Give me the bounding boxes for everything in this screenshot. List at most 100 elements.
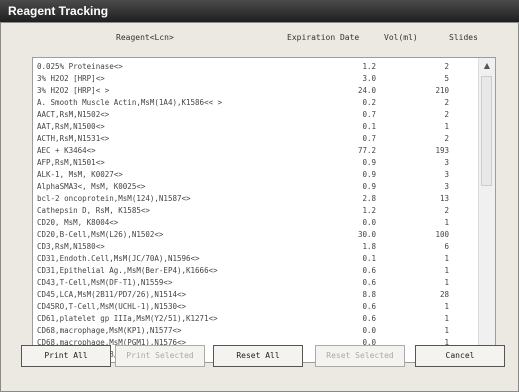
reagent-slides: 1	[444, 302, 449, 311]
list-item[interactable]: CD45,LCA,MsM(2B11/PD7/26),N1514<> 8.8 28	[33, 290, 481, 300]
reagent-slides: 1	[444, 254, 449, 263]
reagent-slides: 1	[444, 314, 449, 323]
list-item[interactable]: CD45RO,T-Cell,MsM(UCHL-1),N1530<> 0.6 1	[33, 302, 481, 312]
list-item[interactable]: Cathepsin D, RsM, K1585<> 1.2 2	[33, 206, 481, 216]
reagent-name: CD31,Endoth.Cell,MsM(JC/70A),N1596<>	[37, 254, 200, 263]
reagent-volume: 0.6	[362, 302, 376, 311]
column-header-slides[interactable]: Slides	[449, 33, 478, 42]
reagent-slides: 1	[444, 266, 449, 275]
reagent-volume: 0.0	[362, 218, 376, 227]
reagent-volume: 1.2	[362, 62, 376, 71]
reagent-volume: 2.8	[362, 194, 376, 203]
list-item[interactable]: AACT,RsM,N1502<> 0.7 2	[33, 110, 481, 120]
reagent-name: AACT,RsM,N1502<>	[37, 110, 110, 119]
reagent-volume: 0.2	[362, 98, 376, 107]
reagent-slides: 100	[435, 230, 449, 239]
reagent-volume: 1.2	[362, 206, 376, 215]
list-item[interactable]: CD31,Epithelial Ag.,MsM(Ber-EP4),K1666<>…	[33, 266, 481, 276]
reagent-slides: 2	[444, 110, 449, 119]
reagent-name: A. Smooth Muscle Actin,MsM(1A4),K1586<< …	[37, 98, 223, 107]
reset-selected-button[interactable]: Reset Selected	[315, 345, 405, 367]
list-item[interactable]: A. Smooth Muscle Actin,MsM(1A4),K1586<< …	[33, 98, 481, 108]
reagent-slides: 5	[444, 74, 449, 83]
reagent-slides: 2	[444, 62, 449, 71]
reagent-name: AFP,RsM,N1501<>	[37, 158, 105, 167]
reagent-name: AlphaSMA3<, MsM, K0025<>	[37, 182, 146, 191]
window-title: Reagent Tracking	[0, 0, 519, 22]
reagent-slides: 2	[444, 134, 449, 143]
reagent-slides: 2	[444, 206, 449, 215]
reagent-volume: 0.0	[362, 326, 376, 335]
scroll-thumb[interactable]	[481, 76, 492, 186]
list-item[interactable]: CD43,T-Cell,MsM(DF-T1),N1559<> 0.6 1	[33, 278, 481, 288]
reagent-volume: 0.6	[362, 266, 376, 275]
reagent-name: CD61,platelet gp IIIa,MsM(Y2/51),K1271<>	[37, 314, 218, 323]
reagent-slides: 1	[444, 218, 449, 227]
list-item[interactable]: ALK-1, MsM, K0027<> 0.9 3	[33, 170, 481, 180]
reagent-name: 3% H2O2 [HRP]<>	[37, 74, 105, 83]
reagent-name: CD45RO,T-Cell,MsM(UCHL-1),N1530<>	[37, 302, 187, 311]
reagent-name: AEC + K3464<>	[37, 146, 96, 155]
list-item[interactable]: AEC + K3464<> 77.2 193	[33, 146, 481, 156]
reagent-slides: 3	[444, 170, 449, 179]
list-item[interactable]: CD20,B-Cell,MsM(L26),N1502<> 30.0 100	[33, 230, 481, 240]
reagent-name: 3% H2O2 [HRP]< >	[37, 86, 110, 95]
reset-all-button[interactable]: Reset All	[213, 345, 303, 367]
reagent-name: CD45,LCA,MsM(2B11/PD7/26),N1514<>	[37, 290, 187, 299]
list-item[interactable]: 3% H2O2 [HRP]<> 3.0 5	[33, 74, 481, 84]
reagent-volume: 0.1	[362, 254, 376, 263]
reagent-slides: 193	[435, 146, 449, 155]
reagent-slides: 2	[444, 98, 449, 107]
reagent-slides: 28	[439, 290, 449, 299]
reagent-volume: 0.9	[362, 158, 376, 167]
reagent-slides: 1	[444, 122, 449, 131]
reagent-name: CD20,B-Cell,MsM(L26),N1502<>	[37, 230, 164, 239]
list-item[interactable]: ACTH,RsM,N1531<> 0.7 2	[33, 134, 481, 144]
reagent-volume: 3.0	[362, 74, 376, 83]
list-item[interactable]: AAT,RsM,N1500<> 0.1 1	[33, 122, 481, 132]
scroll-up-icon[interactable]: ▲	[479, 58, 495, 74]
list-item[interactable]: bcl-2 oncoprotein,MsM(124),N1587<> 2.8 13	[33, 194, 481, 204]
reagent-slides: 3	[444, 158, 449, 167]
reagent-name: CD20, MsM, K8004<>	[37, 218, 119, 227]
reagent-name: CD43,T-Cell,MsM(DF-T1),N1559<>	[37, 278, 173, 287]
reagent-slides: 3	[444, 182, 449, 191]
list-item[interactable]: AlphaSMA3<, MsM, K0025<> 0.9 3	[33, 182, 481, 192]
window-body: Reagent<Lcn> Expiration Date Vol(ml) Sli…	[0, 22, 519, 392]
reagent-list[interactable]: 0.025% Proteinase<> 1.2 2 3% H2O2 [HRP]<> 3.…	[32, 57, 496, 363]
reagent-volume: 0.6	[362, 314, 376, 323]
list-item[interactable]: CD20, MsM, K8004<> 0.0 1	[33, 218, 481, 228]
reagent-volume: 0.7	[362, 134, 376, 143]
reagent-slides: 13	[439, 194, 449, 203]
column-header-reagent[interactable]: Reagent<Lcn>	[116, 33, 174, 42]
reagent-slides: 1	[444, 326, 449, 335]
reagent-name: CD31,Epithelial Ag.,MsM(Ber-EP4),K1666<>	[37, 266, 218, 275]
list-item[interactable]: CD61,platelet gp IIIa,MsM(Y2/51),K1271<>…	[33, 314, 481, 324]
list-item[interactable]: 0.025% Proteinase<> 1.2 2	[33, 62, 481, 72]
list-item[interactable]: CD68,macrophage,MsM(KP1),N1577<> 0.0 1	[33, 326, 481, 336]
list-item[interactable]: CD31,Endoth.Cell,MsM(JC/70A),N1596<> 0.1 1	[33, 254, 481, 264]
reagent-volume: 0.6	[362, 278, 376, 287]
reagent-name: AAT,RsM,N1500<>	[37, 122, 105, 131]
column-header-volume[interactable]: Vol(ml)	[384, 33, 418, 42]
reagent-name: CD68,macrophage,MsM(KP1),N1577<>	[37, 326, 182, 335]
reagent-slides: 210	[435, 86, 449, 95]
list-item[interactable]: 3% H2O2 [HRP]< > 24.0 210	[33, 86, 481, 96]
list-item[interactable]: CD3,RsM,N1580<> 1.8 6	[33, 242, 481, 252]
print-all-button[interactable]: Print All	[21, 345, 111, 367]
vertical-scrollbar[interactable]: ▲ ▼	[478, 58, 495, 362]
cancel-button[interactable]: Cancel	[415, 345, 505, 367]
reagent-volume: 77.2	[357, 146, 376, 155]
reagent-volume: 0.1	[362, 122, 376, 131]
reagent-volume: 1.8	[362, 242, 376, 251]
list-item[interactable]: AFP,RsM,N1501<> 0.9 3	[33, 158, 481, 168]
reagent-volume: 30.0	[357, 230, 376, 239]
reagent-slides: 1	[444, 278, 449, 287]
print-selected-button[interactable]: Print Selected	[115, 345, 205, 367]
reagent-name: ALK-1, MsM, K0027<>	[37, 170, 123, 179]
reagent-volume: 0.9	[362, 170, 376, 179]
reagent-name: ACTH,RsM,N1531<>	[37, 134, 110, 143]
reagent-volume: 24.0	[357, 86, 376, 95]
column-header-expiration-date[interactable]: Expiration Date	[287, 33, 359, 42]
reagent-volume: 0.9	[362, 182, 376, 191]
